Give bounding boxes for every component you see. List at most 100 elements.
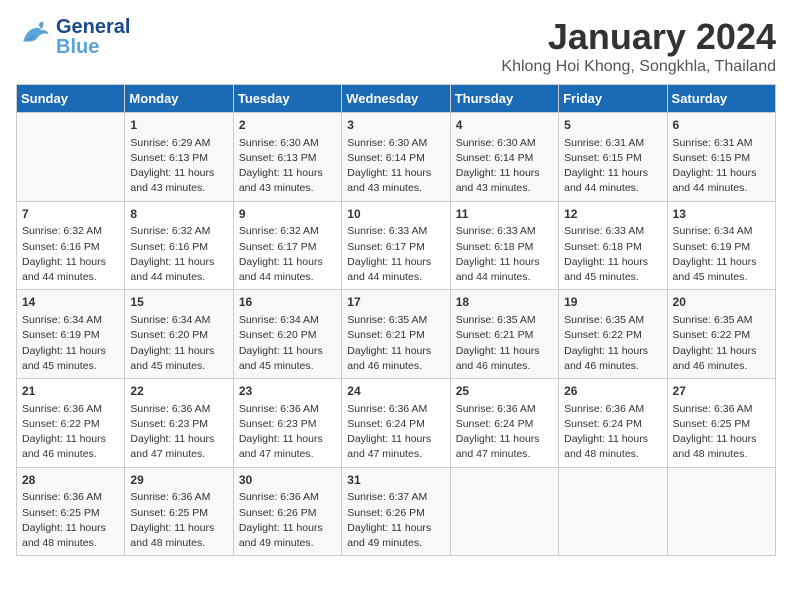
logo-icon [16, 16, 52, 57]
day-info: Sunrise: 6:32 AM Sunset: 6:16 PM Dayligh… [22, 224, 119, 285]
header-cell-wednesday: Wednesday [342, 85, 450, 113]
calendar-cell: 4 Sunrise: 6:30 AM Sunset: 6:14 PM Daylig… [450, 113, 558, 202]
day-number: 2 [239, 117, 336, 134]
day-number: 15 [130, 294, 227, 311]
day-info: Sunrise: 6:35 AM Sunset: 6:21 PM Dayligh… [347, 313, 444, 374]
calendar-cell: 14Sunrise: 6:34 AM Sunset: 6:19 PM Dayli… [17, 290, 125, 379]
day-info: Sunrise: 6:30 AM Sunset: 6:14 PM Dayligh… [347, 136, 444, 197]
location: Khlong Hoi Khong, Songkhla, Thailand [501, 58, 776, 76]
calendar-cell: 8Sunrise: 6:32 AM Sunset: 6:16 PM Daylig… [125, 201, 233, 290]
calendar-cell [450, 467, 558, 556]
calendar-cell: 26Sunrise: 6:36 AM Sunset: 6:24 PM Dayli… [559, 379, 667, 468]
day-number: 5 [564, 117, 661, 134]
day-info: Sunrise: 6:31 AM Sunset: 6:15 PM Dayligh… [673, 136, 770, 197]
day-number: 1 [130, 117, 227, 134]
calendar-cell: 13Sunrise: 6:34 AM Sunset: 6:19 PM Dayli… [667, 201, 775, 290]
calendar-cell: 17 Sunrise: 6:35 AM Sunset: 6:21 PM Dayli… [342, 290, 450, 379]
day-info: Sunrise: 6:34 AM Sunset: 6:20 PM Dayligh… [130, 313, 227, 374]
calendar-cell: 21 Sunrise: 6:36 AM Sunset: 6:22 PM Dayli… [17, 379, 125, 468]
week-row-1: 7Sunrise: 6:32 AM Sunset: 6:16 PM Daylig… [17, 201, 776, 290]
calendar-cell [559, 467, 667, 556]
day-info: Sunrise: 6:36 AM Sunset: 6:25 PM Dayligh… [673, 402, 770, 463]
day-info: Sunrise: 6:31 AM Sunset: 6:15 PM Dayligh… [564, 136, 661, 197]
day-number: 18 [456, 294, 553, 311]
calendar-cell: 1Sunrise: 6:29 AM Sunset: 6:13 PM Daylig… [125, 113, 233, 202]
header-row: SundayMondayTuesdayWednesdayThursdayFrid… [17, 85, 776, 113]
calendar-cell: 2 Sunrise: 6:30 AM Sunset: 6:13 PM Daylig… [233, 113, 341, 202]
week-row-0: 1Sunrise: 6:29 AM Sunset: 6:13 PM Daylig… [17, 113, 776, 202]
day-number: 3 [347, 117, 444, 134]
logo-text: General Blue [56, 17, 130, 57]
day-number: 21 [22, 383, 119, 400]
calendar-cell: 23Sunrise: 6:36 AM Sunset: 6:23 PM Dayli… [233, 379, 341, 468]
day-info: Sunrise: 6:36 AM Sunset: 6:26 PM Dayligh… [239, 490, 336, 551]
day-number: 31 [347, 472, 444, 489]
day-number: 24 [347, 383, 444, 400]
day-info: Sunrise: 6:37 AM Sunset: 6:26 PM Dayligh… [347, 490, 444, 551]
header-cell-sunday: Sunday [17, 85, 125, 113]
calendar-cell: 7Sunrise: 6:32 AM Sunset: 6:16 PM Daylig… [17, 201, 125, 290]
day-info: Sunrise: 6:33 AM Sunset: 6:18 PM Dayligh… [456, 224, 553, 285]
week-row-3: 21 Sunrise: 6:36 AM Sunset: 6:22 PM Dayli… [17, 379, 776, 468]
day-number: 30 [239, 472, 336, 489]
header-cell-saturday: Saturday [667, 85, 775, 113]
logo: General Blue [16, 16, 130, 57]
calendar-header: SundayMondayTuesdayWednesdayThursdayFrid… [17, 85, 776, 113]
day-number: 6 [673, 117, 770, 134]
calendar-cell: 28Sunrise: 6:36 AM Sunset: 6:25 PM Dayli… [17, 467, 125, 556]
day-info: Sunrise: 6:36 AM Sunset: 6:24 PM Dayligh… [564, 402, 661, 463]
day-number: 28 [22, 472, 119, 489]
day-info: Sunrise: 6:36 AM Sunset: 6:24 PM Dayligh… [456, 402, 553, 463]
day-number: 4 [456, 117, 553, 134]
header-cell-monday: Monday [125, 85, 233, 113]
header-cell-thursday: Thursday [450, 85, 558, 113]
calendar-cell: 22 Sunrise: 6:36 AM Sunset: 6:23 PM Dayli… [125, 379, 233, 468]
day-number: 29 [130, 472, 227, 489]
week-row-2: 14Sunrise: 6:34 AM Sunset: 6:19 PM Dayli… [17, 290, 776, 379]
calendar-cell: 30Sunrise: 6:36 AM Sunset: 6:26 PM Dayli… [233, 467, 341, 556]
calendar-cell: 18 Sunrise: 6:35 AM Sunset: 6:21 PM Dayli… [450, 290, 558, 379]
day-number: 22 [130, 383, 227, 400]
calendar-table: SundayMondayTuesdayWednesdayThursdayFrid… [16, 84, 776, 556]
day-number: 20 [673, 294, 770, 311]
calendar-cell: 16 Sunrise: 6:34 AM Sunset: 6:20 PM Dayli… [233, 290, 341, 379]
month-title: January 2024 [501, 16, 776, 58]
day-info: Sunrise: 6:33 AM Sunset: 6:17 PM Dayligh… [347, 224, 444, 285]
day-info: Sunrise: 6:30 AM Sunset: 6:14 PM Dayligh… [456, 136, 553, 197]
day-number: 10 [347, 206, 444, 223]
calendar-cell: 9Sunrise: 6:32 AM Sunset: 6:17 PM Daylig… [233, 201, 341, 290]
day-info: Sunrise: 6:36 AM Sunset: 6:23 PM Dayligh… [130, 402, 227, 463]
day-info: Sunrise: 6:32 AM Sunset: 6:17 PM Dayligh… [239, 224, 336, 285]
calendar-cell: 6 Sunrise: 6:31 AM Sunset: 6:15 PM Daylig… [667, 113, 775, 202]
day-info: Sunrise: 6:35 AM Sunset: 6:22 PM Dayligh… [673, 313, 770, 374]
day-number: 11 [456, 206, 553, 223]
day-info: Sunrise: 6:34 AM Sunset: 6:19 PM Dayligh… [673, 224, 770, 285]
day-number: 12 [564, 206, 661, 223]
calendar-cell: 11Sunrise: 6:33 AM Sunset: 6:18 PM Dayli… [450, 201, 558, 290]
calendar-cell: 27Sunrise: 6:36 AM Sunset: 6:25 PM Dayli… [667, 379, 775, 468]
day-info: Sunrise: 6:34 AM Sunset: 6:20 PM Dayligh… [239, 313, 336, 374]
day-info: Sunrise: 6:36 AM Sunset: 6:24 PM Dayligh… [347, 402, 444, 463]
day-info: Sunrise: 6:35 AM Sunset: 6:21 PM Dayligh… [456, 313, 553, 374]
day-number: 19 [564, 294, 661, 311]
day-number: 17 [347, 294, 444, 311]
day-number: 14 [22, 294, 119, 311]
logo-blue: Blue [56, 37, 130, 57]
calendar-cell: 29Sunrise: 6:36 AM Sunset: 6:25 PM Dayli… [125, 467, 233, 556]
calendar-cell: 10Sunrise: 6:33 AM Sunset: 6:17 PM Dayli… [342, 201, 450, 290]
title-area: January 2024 Khlong Hoi Khong, Songkhla,… [501, 16, 776, 76]
day-info: Sunrise: 6:36 AM Sunset: 6:25 PM Dayligh… [130, 490, 227, 551]
day-info: Sunrise: 6:30 AM Sunset: 6:13 PM Dayligh… [239, 136, 336, 197]
calendar-cell: 15 Sunrise: 6:34 AM Sunset: 6:20 PM Dayli… [125, 290, 233, 379]
day-info: Sunrise: 6:36 AM Sunset: 6:25 PM Dayligh… [22, 490, 119, 551]
calendar-cell: 25Sunrise: 6:36 AM Sunset: 6:24 PM Dayli… [450, 379, 558, 468]
calendar-cell: 19Sunrise: 6:35 AM Sunset: 6:22 PM Dayli… [559, 290, 667, 379]
calendar-cell: 3 Sunrise: 6:30 AM Sunset: 6:14 PM Daylig… [342, 113, 450, 202]
header-cell-tuesday: Tuesday [233, 85, 341, 113]
day-info: Sunrise: 6:36 AM Sunset: 6:22 PM Dayligh… [22, 402, 119, 463]
day-number: 16 [239, 294, 336, 311]
calendar-cell [17, 113, 125, 202]
day-info: Sunrise: 6:36 AM Sunset: 6:23 PM Dayligh… [239, 402, 336, 463]
calendar-cell: 12Sunrise: 6:33 AM Sunset: 6:18 PM Dayli… [559, 201, 667, 290]
calendar-body: 1Sunrise: 6:29 AM Sunset: 6:13 PM Daylig… [17, 113, 776, 556]
